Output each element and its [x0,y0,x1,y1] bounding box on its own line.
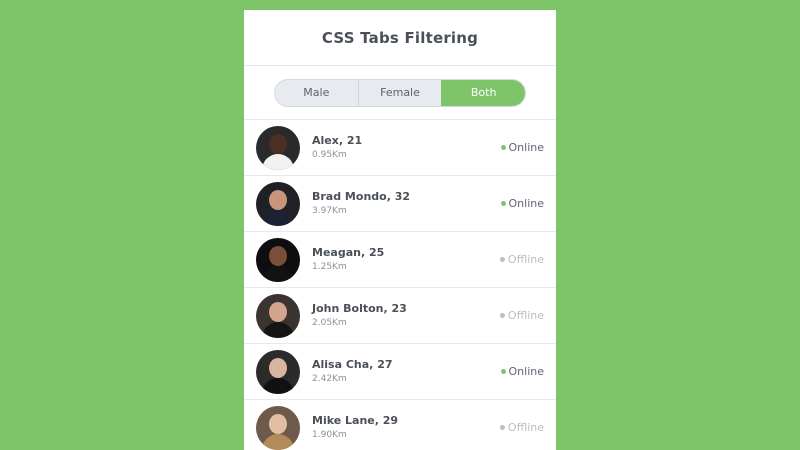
list-item[interactable]: Alex, 21 0.95Km Online [244,120,556,176]
user-distance: 3.97Km [312,205,347,216]
user-filter-card: CSS Tabs Filtering Male Female Both Alex… [244,10,556,450]
user-name: Alisa Cha, 27 [312,357,393,371]
status-dot-icon [500,369,506,374]
status-dot-icon [500,201,506,206]
list-item[interactable]: John Bolton, 23 2.05Km Offline [244,288,556,344]
avatar [256,405,300,450]
user-distance: 1.25Km [312,261,347,272]
card-header: CSS Tabs Filtering [244,10,556,66]
user-name: Alex, 21 [312,133,363,147]
status-text: Offline [507,309,544,322]
user-name: John Bolton, 23 [312,301,407,315]
status-text: Online [508,197,544,210]
status-text: Offline [507,253,544,266]
status-text: Offline [507,421,544,434]
avatar [256,181,300,226]
status-indicator: Online [500,197,544,210]
list-item[interactable]: Mike Lane, 29 1.90Km Offline [244,400,556,450]
status-indicator: Online [500,141,544,154]
user-name: Mike Lane, 29 [312,413,399,427]
user-name: Brad Mondo, 32 [312,189,411,203]
list-item[interactable]: Alisa Cha, 27 2.42Km Online [244,344,556,400]
user-distance: 2.42Km [312,373,347,384]
status-dot-icon [499,425,505,430]
user-list: Alex, 21 0.95Km Online Brad Mondo, 32 3.… [244,120,556,450]
status-dot-icon [499,257,505,262]
status-indicator: Offline [499,421,544,434]
user-distance: 1.90Km [312,429,347,440]
avatar [256,125,300,170]
status-indicator: Offline [499,253,544,266]
list-item[interactable]: Brad Mondo, 32 3.97Km Online [244,176,556,232]
status-dot-icon [499,313,505,318]
status-indicator: Offline [499,309,544,322]
status-text: Online [508,141,544,154]
page-title: CSS Tabs Filtering [321,28,479,47]
user-name: Meagan, 25 [312,245,385,259]
list-item[interactable]: Meagan, 25 1.25Km Offline [244,232,556,288]
filter-tabs: Male Female Both [274,78,526,107]
status-dot-icon [500,145,506,150]
avatar [256,293,300,338]
tab-both[interactable]: Both [441,79,525,106]
tabs-container: Male Female Both [244,66,556,120]
avatar [256,237,300,282]
status-indicator: Online [500,365,544,378]
user-distance: 2.05Km [312,317,347,328]
status-text: Online [508,365,544,378]
tab-male[interactable]: Male [275,80,358,106]
avatar [256,349,300,394]
tab-female[interactable]: Female [357,79,442,106]
user-distance: 0.95Km [312,149,347,160]
